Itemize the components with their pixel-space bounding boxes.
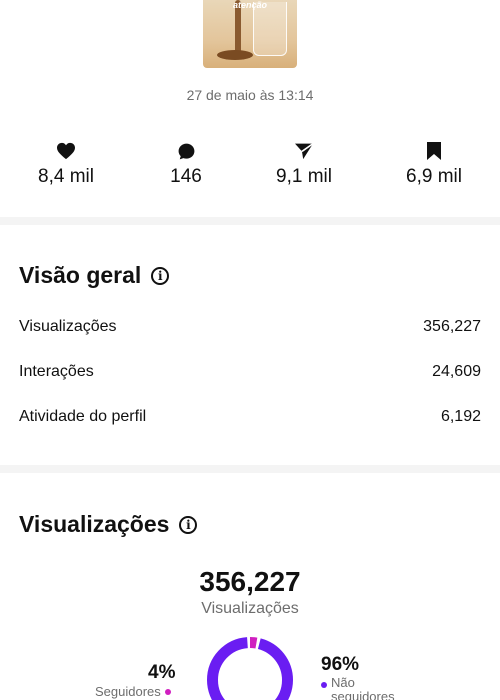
overview-row-profile-activity: Atividade do perfil 6,192: [19, 408, 481, 426]
info-icon[interactable]: i: [151, 266, 170, 285]
non-followers-label: Não seguidores: [331, 675, 395, 700]
overview-row-value: 6,192: [440, 408, 481, 425]
shares-count: 9,1 mil: [276, 166, 332, 187]
shares-stat: 9,1 mil: [254, 140, 354, 188]
share-icon: [254, 140, 354, 162]
overview-heading: Visão geral i: [19, 262, 170, 289]
thumbnail-glass: [253, 2, 287, 56]
views-heading: Visualizações i: [19, 511, 198, 538]
overview-row-label: Atividade do perfil: [19, 408, 147, 425]
thumbnail-text: atenção: [233, 0, 268, 10]
overview-title: Visão geral: [19, 262, 142, 288]
non-followers-segment: [207, 637, 293, 700]
saves-count: 6,9 mil: [406, 166, 462, 187]
comments-stat: 146: [136, 140, 236, 188]
overview-row-interactions: Interações 24,609: [19, 363, 481, 381]
followers-legend: Seguidores: [95, 684, 171, 699]
info-icon[interactable]: i: [179, 515, 198, 534]
overview-row-views: Visualizações 356,227: [19, 318, 481, 336]
saves-stat: 6,9 mil: [384, 140, 484, 188]
non-followers-percent: 96%: [321, 654, 360, 675]
heart-icon: [16, 140, 116, 162]
non-followers-dot: [321, 682, 327, 688]
comments-count: 146: [170, 166, 202, 187]
post-date: 27 de maio às 13:14: [186, 87, 314, 103]
views-title: Visualizações: [19, 511, 170, 537]
overview-row-label: Visualizações: [19, 318, 117, 335]
post-stats: 8,4 mil 146 9,1 mil 6,9 mil: [0, 140, 500, 196]
likes-stat: 8,4 mil: [16, 140, 116, 188]
views-total: 356,227: [199, 566, 301, 597]
non-followers-legend: Não seguidores: [321, 676, 411, 700]
views-total-label: Visualizações: [201, 600, 299, 617]
comment-icon: [136, 140, 236, 162]
followers-percent: 4%: [148, 662, 176, 683]
overview-row-label: Interações: [19, 363, 94, 380]
bookmark-icon: [384, 140, 484, 162]
post-thumbnail[interactable]: atenção: [203, 0, 297, 68]
overview-row-value: 24,609: [432, 363, 481, 380]
section-divider: [0, 465, 500, 473]
views-donut-chart: [207, 637, 293, 700]
followers-label: Seguidores: [95, 684, 161, 699]
likes-count: 8,4 mil: [38, 166, 94, 187]
followers-dot: [164, 688, 171, 695]
section-divider: [0, 217, 500, 225]
thumbnail-puddle: [217, 50, 253, 60]
overview-row-value: 356,227: [423, 318, 481, 335]
